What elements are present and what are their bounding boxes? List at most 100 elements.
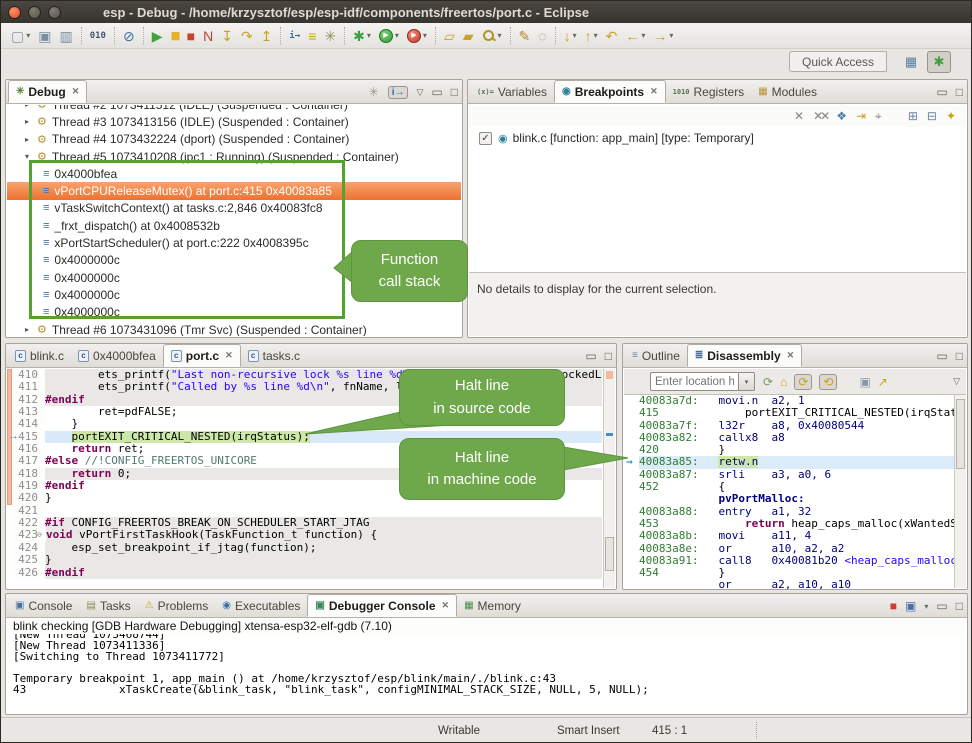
debug-dropdown-icon[interactable]: ▾ xyxy=(367,31,371,40)
tab-modules[interactable]: ▦Modules xyxy=(751,80,824,103)
new-view-icon[interactable]: ▣ xyxy=(859,375,870,389)
disassembly-scrollbar[interactable] xyxy=(954,395,966,588)
editor-code-line[interactable]: 414 } xyxy=(13,418,602,430)
open-resource-button[interactable]: ▰ xyxy=(460,25,477,47)
disassembly-scroll-thumb[interactable] xyxy=(956,399,965,469)
editor-code-line[interactable]: 419#endif xyxy=(13,480,602,492)
debug-tree-thread-row[interactable]: ▸⚙Thread #3 1073413156 (IDLE) (Suspended… xyxy=(7,113,461,130)
external-tools-dropdown-icon[interactable]: ▾ xyxy=(423,31,427,40)
close-tab-icon[interactable]: ✕ xyxy=(650,86,658,97)
close-tab-icon[interactable]: ✕ xyxy=(72,86,80,97)
disassembly-line[interactable]: 420 } xyxy=(624,444,966,456)
editor-code-line[interactable]: 417#else //!CONFIG_FREERTOS_UNICORE xyxy=(13,455,602,467)
debug-tree-thread-row[interactable]: ▾⚙Thread #5 1073410208 (ipc1 : Running) … xyxy=(7,148,461,165)
tab-blink-c[interactable]: cblink.c xyxy=(8,344,71,367)
run-button[interactable]: ▶▾ xyxy=(376,25,402,47)
disassembly-line[interactable]: 40083a82: callx8 a8 xyxy=(624,432,966,444)
console-output[interactable]: [New Thread 1073468744][New Thread 10734… xyxy=(7,634,966,713)
location-input[interactable] xyxy=(650,372,738,391)
remove-breakpoint-icon[interactable]: ✕ xyxy=(794,109,804,123)
unlink-icon[interactable]: ⌖ xyxy=(875,109,882,124)
pin-console-button[interactable]: ≡ xyxy=(305,25,319,47)
terminate-icon[interactable]: ■ xyxy=(890,599,897,613)
new-dropdown-icon[interactable]: ▾ xyxy=(26,31,30,40)
tab-tasks[interactable]: ▤Tasks xyxy=(79,594,137,617)
terminate-button[interactable]: ■ xyxy=(184,25,198,47)
tab-disassembly[interactable]: ≣Disassembly✕ xyxy=(687,344,802,367)
tab-variables[interactable]: (x)=Variables xyxy=(470,80,554,103)
last-edit-location-dropdown-icon[interactable]: ▾ xyxy=(573,31,577,40)
tab-problems[interactable]: ⚠Problems xyxy=(138,594,216,617)
last-edit-location-button[interactable]: ↓▾ xyxy=(561,25,580,47)
step-return-button[interactable]: ↥ xyxy=(258,25,276,47)
debug-tree-frame-row[interactable]: ≡_frxt_dispatch() at 0x4008532b xyxy=(7,217,461,234)
open-type-button[interactable]: ▱ xyxy=(441,25,458,47)
breakpoint-checkbox[interactable]: ✓ xyxy=(479,132,492,145)
editor-code-line[interactable]: 421 xyxy=(13,505,602,517)
disassembly-line[interactable]: 40083a8e: or a10, a2, a2 xyxy=(624,543,966,555)
view-menu-icon[interactable]: ▽ xyxy=(953,376,960,387)
debug-tree-frame-row[interactable]: ≡0x4000000c xyxy=(7,252,461,269)
collapse-all-icon[interactable]: ⊟ xyxy=(927,109,937,123)
tab-port-c[interactable]: cport.c✕ xyxy=(163,344,241,367)
mark-occurrences-button[interactable]: ✎ xyxy=(516,25,534,47)
save-button[interactable]: ▣ xyxy=(35,25,54,47)
use-step-filters-button[interactable]: ✳ xyxy=(321,25,339,47)
debug-tree-frame-row[interactable]: ≡0x4000000c xyxy=(7,286,461,303)
back-button[interactable]: ←▾ xyxy=(622,25,648,47)
editor-code-line[interactable]: 412#endif xyxy=(13,394,602,406)
expand-arrow-icon[interactable]: ▸ xyxy=(25,117,37,126)
sync-context-icon[interactable]: ⟳ xyxy=(794,374,812,390)
disconnect-button[interactable]: N xyxy=(200,25,216,47)
disassembly-line[interactable]: 40083a88: entry a1, 32 xyxy=(624,506,966,518)
expand-arrow-icon[interactable]: ▸ xyxy=(25,325,37,334)
editor-code-line[interactable]: 420} xyxy=(13,492,602,504)
home-icon[interactable]: ⌂ xyxy=(780,375,787,389)
minimize-view-icon[interactable]: ▭ xyxy=(936,85,947,99)
close-window-button[interactable] xyxy=(8,6,21,19)
next-edit-location-button[interactable]: ↑▾ xyxy=(582,25,601,47)
maximize-view-icon[interactable]: □ xyxy=(605,349,612,363)
quick-access-button[interactable]: Quick Access xyxy=(789,51,887,72)
save-all-button[interactable]: ▥ xyxy=(56,25,75,47)
refresh-icon[interactable]: ⟳ xyxy=(763,375,773,389)
close-tab-icon[interactable]: ✕ xyxy=(787,350,795,361)
disassembly-line[interactable]: 40083a8b: movi a11, 4 xyxy=(624,530,966,542)
minimize-view-icon[interactable]: ▭ xyxy=(936,599,947,613)
debug-button[interactable]: ✱▾ xyxy=(350,25,374,47)
close-tab-icon[interactable]: ✕ xyxy=(225,350,233,361)
disassembly-line[interactable]: 454 } xyxy=(624,567,966,579)
external-tools-button[interactable]: ▶▾ xyxy=(404,25,430,47)
disassembly-line[interactable]: pvPortMalloc: xyxy=(624,493,966,505)
resume-button[interactable]: ▶ xyxy=(149,25,166,47)
editor-code-line[interactable]: 413 ret=pdFALSE; xyxy=(13,406,602,418)
debug-tree-frame-row[interactable]: ≡vTaskSwitchContext() at tasks.c:2,846 0… xyxy=(7,200,461,217)
minimize-view-icon[interactable]: ▭ xyxy=(431,85,442,99)
remove-all-terminated-icon[interactable]: ✳ xyxy=(369,85,379,99)
editor-code-line[interactable]: 411 ets_printf("Called by %s line %d\n",… xyxy=(13,381,602,393)
maximize-view-icon[interactable]: □ xyxy=(451,85,458,99)
editor-code-line[interactable]: 425} xyxy=(13,554,602,566)
tab-0x4000bfea[interactable]: c0x4000bfea xyxy=(71,344,163,367)
expand-arrow-icon[interactable]: ▸ xyxy=(25,105,37,109)
disassembly-line[interactable]: →40083a85: retw.n xyxy=(624,456,966,468)
tab-console[interactable]: ▣Console xyxy=(8,594,79,617)
editor-code-line[interactable]: 424 esp_set_breakpoint_if_jtag(function)… xyxy=(13,542,602,554)
debug-tree-thread-row[interactable]: ▸⚙Thread #6 1073431096 (Tmr Svc) (Suspen… xyxy=(7,321,461,336)
location-dropdown-icon[interactable]: ▾ xyxy=(738,372,755,391)
skip-all-breakpoints-button[interactable]: ⊘ xyxy=(120,25,138,47)
debug-tree-thread-row[interactable]: ▸⚙Thread #2 1073411512 (IDLE) (Suspended… xyxy=(7,105,461,113)
tab-outline[interactable]: ≡Outline xyxy=(625,344,687,367)
debug-tree-frame-row[interactable]: ≡0x4000000c xyxy=(7,304,461,321)
disassembly-line[interactable]: 453 return heap_caps_malloc(xWantedSize xyxy=(624,518,966,530)
step-over-button[interactable]: ↷ xyxy=(238,25,256,47)
tab-breakpoints[interactable]: ◉Breakpoints✕ xyxy=(554,80,666,103)
back-to-last-edit-button[interactable]: ↶ xyxy=(603,25,621,47)
tab-executables[interactable]: ◉Executables xyxy=(215,594,307,617)
suspend-button[interactable]: ▮▮ xyxy=(168,25,182,47)
link-with-debug-icon[interactable]: ❖ xyxy=(836,109,847,123)
maximize-view-icon[interactable]: □ xyxy=(956,349,963,363)
tab-debug[interactable]: ✳ Debug ✕ xyxy=(8,80,87,103)
disassembly-line[interactable]: 415 portEXIT_CRITICAL_NESTED(irqStatus) xyxy=(624,407,966,419)
editor-code-line[interactable]: 422#if CONFIG_FREERTOS_BREAK_ON_SCHEDULE… xyxy=(13,517,602,529)
